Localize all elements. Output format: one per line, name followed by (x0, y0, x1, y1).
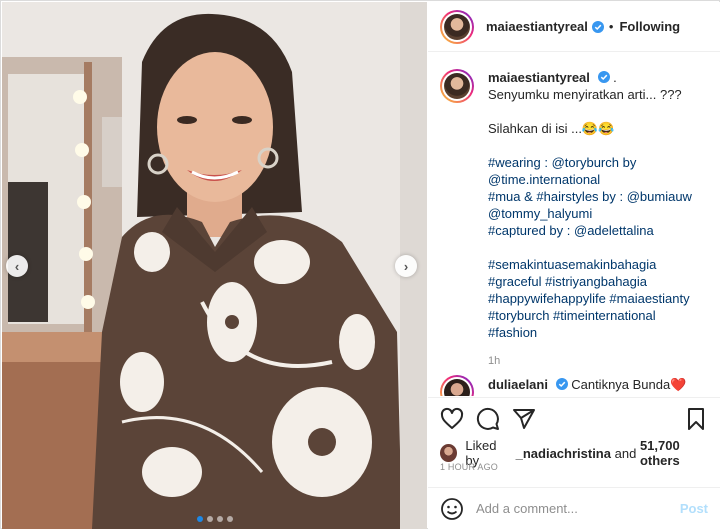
comment-item: duliaelani Cantiknya Bunda❤️ (440, 375, 686, 396)
comment-input[interactable] (476, 501, 680, 516)
carousel-dot (217, 516, 223, 522)
author-avatar[interactable] (440, 9, 474, 44)
caption-username[interactable]: maiaestiantyreal (488, 70, 590, 85)
liker-avatar (440, 444, 458, 462)
header-separator: • (608, 19, 614, 34)
caption-hashtag[interactable]: #semakintuasemakinbahagia (488, 256, 708, 273)
carousel-dot (227, 516, 233, 522)
caption-credit[interactable]: @tommy_halyumi (488, 205, 708, 222)
commenter-username[interactable]: duliaelani (488, 377, 548, 392)
caption-credit[interactable]: @time.international (488, 171, 708, 188)
likes-count[interactable]: 51,700 others (640, 438, 720, 468)
caption-dot: . (613, 70, 617, 85)
following-button[interactable]: Following (619, 19, 680, 34)
post-photo[interactable]: ‹ › (2, 2, 427, 529)
chevron-right-icon: › (403, 258, 409, 274)
commenter-avatar[interactable] (440, 375, 474, 396)
comment-icon[interactable] (476, 407, 500, 431)
caption-avatar[interactable] (440, 69, 474, 103)
carousel-dot (197, 516, 203, 522)
post-comment-button[interactable]: Post (680, 501, 708, 516)
comment-body: duliaelani Cantiknya Bunda❤️ (488, 375, 686, 393)
emoji-icon[interactable] (440, 497, 464, 521)
share-icon[interactable] (512, 407, 536, 431)
carousel-prev-button[interactable]: ‹ (6, 255, 28, 277)
verified-badge-icon (555, 378, 568, 390)
comment-text: Cantiknya Bunda❤️ (571, 377, 687, 392)
post-sidebar: maiaestiantyreal • Following maiaestiant… (428, 2, 720, 529)
post-dialog: ‹ › maiaestiantyreal • Following maiaest… (0, 0, 720, 529)
verified-badge-icon (591, 20, 604, 33)
chevron-left-icon: ‹ (14, 258, 20, 274)
liker-username[interactable]: _nadiachristina (516, 446, 611, 461)
caption-time: 1h (488, 355, 501, 367)
caption-hashtag[interactable]: #happywifehappylife #maiaestianty (488, 290, 708, 307)
verified-badge-icon (597, 71, 610, 83)
caption: maiaestiantyreal . Senyumku menyiratkan … (440, 69, 708, 370)
likes-and: and (614, 445, 637, 461)
post-timestamp: 1 HOUR AGO (440, 462, 499, 472)
caption-credit[interactable]: #wearing : @toryburch by (488, 154, 708, 171)
caption-credit[interactable]: #captured by : @adelettalina (488, 222, 708, 239)
bookmark-icon[interactable] (684, 407, 708, 431)
author-username[interactable]: maiaestiantyreal (486, 19, 588, 34)
caption-line: Senyumku menyiratkan arti... ??? (488, 87, 682, 102)
caption-body: maiaestiantyreal . Senyumku menyiratkan … (488, 69, 708, 370)
caption-credit[interactable]: #mua & #hairstyles by : @bumiauw (488, 188, 708, 205)
post-actions: Liked by _nadiachristina and 51,700 othe… (428, 397, 720, 487)
heart-icon[interactable] (440, 407, 464, 431)
post-header: maiaestiantyreal • Following (428, 2, 720, 52)
photo-illustration (2, 2, 427, 529)
caption-line: Silahkan di isi ...😂😂 (488, 121, 615, 136)
carousel-next-button[interactable]: › (395, 255, 417, 277)
caption-hashtag[interactable]: #graceful #istriyangbahagia (488, 273, 708, 290)
add-comment-bar: Post (428, 487, 720, 529)
carousel-indicator (197, 516, 233, 522)
caption-hashtag[interactable]: #fashion (488, 324, 708, 341)
carousel-dot (207, 516, 213, 522)
caption-hashtag[interactable]: #toryburch #timeinternational (488, 307, 708, 324)
comments-section: maiaestiantyreal . Senyumku menyiratkan … (428, 53, 720, 396)
action-icons (440, 407, 708, 431)
